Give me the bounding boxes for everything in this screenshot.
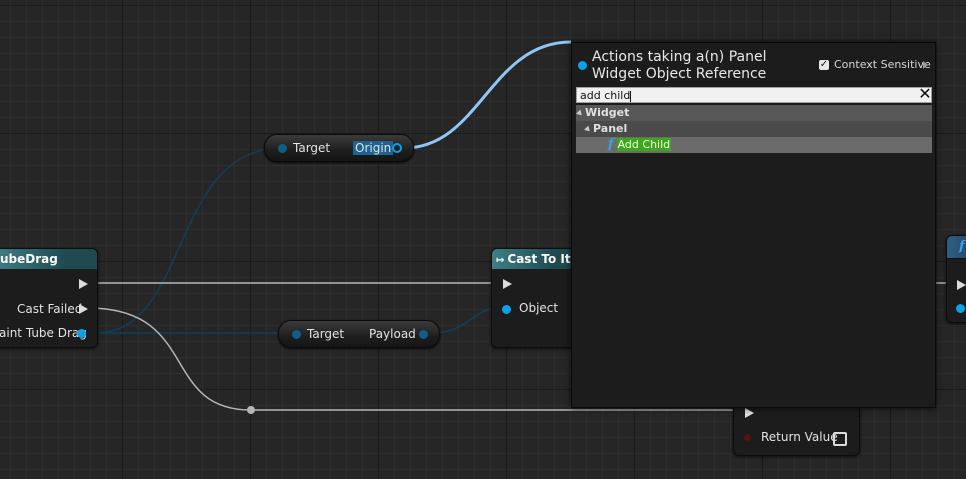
payload-target-pin[interactable]: [292, 330, 301, 339]
wire-origin-to-menu: [403, 40, 572, 150]
tree-item-add-child[interactable]: f Add Child: [576, 137, 932, 153]
action-tree: Widget Panel f Add Child: [576, 105, 932, 153]
payload-output-pin[interactable]: [419, 330, 428, 339]
right-exec-in-pin[interactable]: [957, 280, 966, 290]
action-search-value: add child: [580, 89, 631, 102]
tree-category-panel-label: Panel: [593, 122, 628, 135]
cast-failed-pin[interactable]: [79, 304, 88, 314]
node-cast-to-header: ↦ Cast To It: [492, 249, 582, 269]
payload-output-label: Payload: [369, 327, 416, 341]
cast-object-pin[interactable]: [502, 305, 511, 314]
node-tube-drag[interactable]: ubeDrag Cast Failed aint Tube Drag: [0, 248, 98, 348]
origin-output-pin[interactable]: [392, 143, 402, 153]
cast-object-label: Object: [519, 301, 559, 315]
cast-failed-label: Cast Failed: [17, 302, 83, 316]
wire-tube-to-target: [95, 147, 283, 334]
as-tube-drag-pin[interactable]: [77, 329, 86, 338]
node-right-partial-header: f: [947, 236, 966, 259]
function-target-pin[interactable]: [744, 434, 751, 441]
tree-category-widget-label: Widget: [585, 106, 630, 119]
as-tube-drag-label: aint Tube Drag: [0, 326, 87, 340]
right-data-pin[interactable]: [956, 304, 965, 313]
action-search-input[interactable]: add child: [576, 87, 932, 103]
clear-search-icon[interactable]: ✕: [918, 86, 932, 102]
node-cast-to[interactable]: ↦ Cast To It Object: [491, 248, 583, 348]
function-icon: f: [608, 137, 614, 152]
node-get-origin[interactable]: Target Origin: [264, 134, 414, 162]
context-sensitive-arrow-icon[interactable]: [923, 61, 928, 69]
action-menu[interactable]: Actions taking a(n) Panel Widget Object …: [571, 42, 936, 408]
exec-out-pin[interactable]: [79, 279, 88, 289]
cast-exec-in-pin[interactable]: [503, 279, 512, 289]
object-reference-icon: [578, 61, 587, 70]
node-tube-drag-title: ubeDrag: [0, 249, 97, 269]
context-sensitive-label[interactable]: Context Sensitive: [834, 58, 931, 71]
return-value-label: Return Value: [761, 430, 838, 444]
origin-target-pin[interactable]: [278, 144, 287, 153]
function-exec-in-pin[interactable]: [745, 408, 754, 418]
node-get-payload[interactable]: Target Payload: [278, 320, 440, 348]
tree-category-panel[interactable]: Panel: [576, 121, 932, 137]
tree-category-widget[interactable]: Widget: [576, 105, 932, 121]
expand-arrow-icon[interactable]: [584, 125, 592, 133]
node-right-partial[interactable]: f: [946, 235, 966, 323]
action-menu-title: Actions taking a(n) Panel Widget Object …: [592, 49, 767, 82]
cast-icon: ↦: [496, 255, 505, 266]
origin-output-label: Origin: [353, 141, 394, 155]
return-value-checkbox[interactable]: [833, 432, 847, 446]
text-cursor: [630, 90, 632, 102]
origin-target-label: Target: [293, 141, 331, 155]
context-sensitive-checkbox[interactable]: ✓: [819, 60, 829, 70]
payload-target-label: Target: [307, 327, 345, 341]
reroute-knot: [247, 406, 255, 414]
tree-item-add-child-label: Add Child: [616, 138, 672, 151]
node-cast-to-title: Cast To It: [507, 252, 571, 266]
expand-arrow-icon[interactable]: [576, 109, 584, 117]
function-icon: f: [959, 239, 965, 254]
